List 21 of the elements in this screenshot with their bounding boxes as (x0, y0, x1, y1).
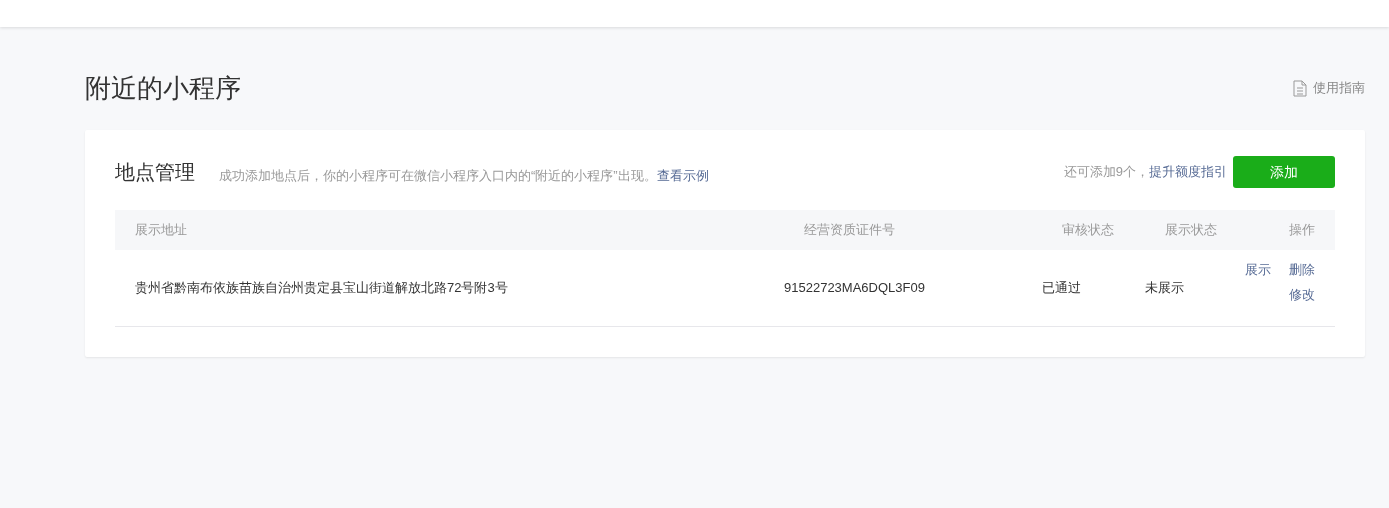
action-link[interactable]: 展示 (1245, 259, 1271, 305)
column-header: 操作 (1288, 221, 1315, 240)
add-button[interactable]: 添加 (1233, 156, 1335, 188)
description-text: 成功添加地点后，你的小程序可在微信小程序入口内的“附近的小程序”出现。查看示例 (219, 166, 709, 185)
quota-link[interactable]: 提升额度指引 (1149, 164, 1227, 180)
column-header: 经营资质证件号 (804, 221, 896, 240)
action-link[interactable]: 修改 (1289, 285, 1315, 305)
column-header: 展示地址 (135, 221, 188, 240)
column-header: 展示状态 (1165, 221, 1218, 240)
example-link[interactable]: 查看示例 (656, 167, 709, 183)
table-cell-text: 贵州省黔南布依族苗族自治州贵定县宝山街道解放北路72号附3号 (135, 279, 509, 298)
quota-text: 还可添加9个，提升额度指引 (1063, 163, 1227, 182)
table-cell-text: 已通过 (1042, 279, 1082, 298)
action-link[interactable]: 删除 (1289, 259, 1315, 279)
document-icon (1293, 79, 1307, 97)
page-title: 附近的小程序 (85, 72, 241, 104)
guide-link[interactable]: 使用指南 (1293, 78, 1365, 98)
table-cell-text: 未展示 (1145, 279, 1185, 298)
table-cell-text: 91522723MA6DQL3F09 (784, 279, 926, 298)
column-header: 审核状态 (1062, 221, 1115, 240)
card-title: 地点管理 (115, 160, 195, 185)
